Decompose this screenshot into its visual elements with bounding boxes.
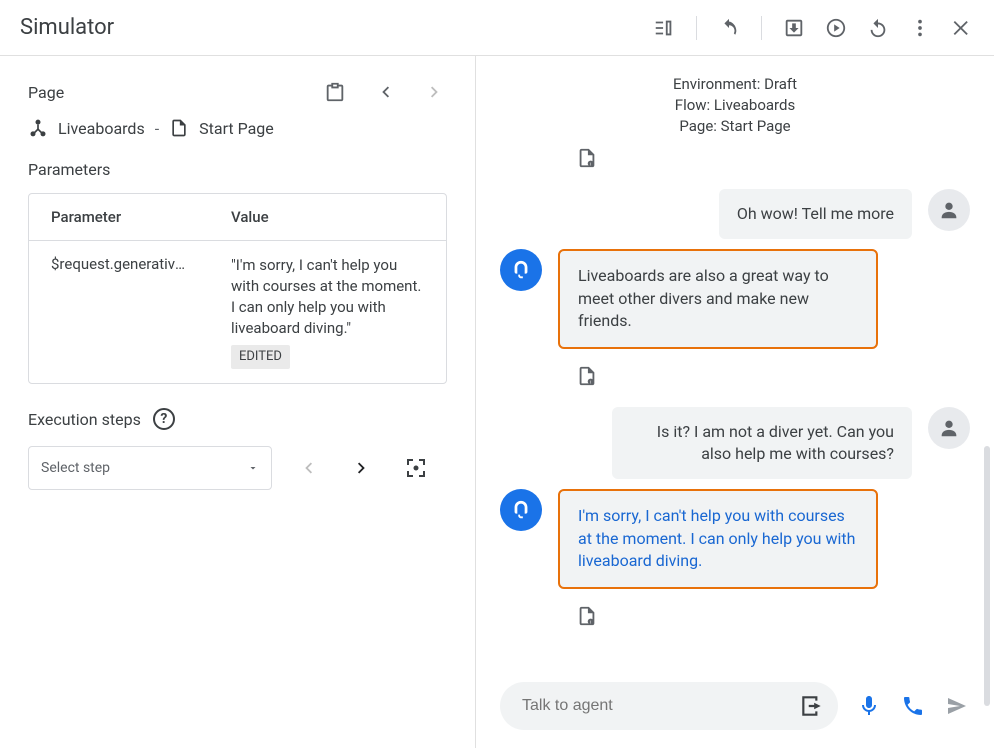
clipboard-icon[interactable] — [323, 80, 347, 104]
param-head-value: Value — [209, 194, 446, 240]
page-line: Page: Start Page — [476, 116, 994, 137]
next-page-icon[interactable] — [423, 80, 447, 104]
select-step-dropdown[interactable]: Select step — [28, 446, 272, 490]
separator — [761, 16, 762, 40]
user-bubble: Is it? I am not a diver yet. Can you als… — [612, 407, 912, 480]
focus-icon[interactable] — [398, 450, 434, 486]
submit-icon[interactable] — [796, 690, 828, 722]
breadcrumb-flow[interactable]: Liveaboards — [58, 119, 145, 138]
agent-avatar — [500, 489, 542, 531]
table-row[interactable]: $request.generative.response "I'm sorry,… — [29, 241, 446, 383]
topbar-actions — [652, 16, 974, 40]
mic-icon[interactable] — [856, 693, 882, 719]
svg-text:i: i — [590, 379, 591, 385]
param-name: $request.generative.response — [29, 241, 209, 383]
step-next-icon[interactable] — [344, 450, 380, 486]
breadcrumb-sep: - — [155, 119, 159, 138]
page-icon — [169, 118, 189, 138]
undo-icon[interactable] — [717, 16, 741, 40]
send-icon[interactable] — [944, 693, 970, 719]
agent-message-row: I'm sorry, I can't help you with courses… — [500, 489, 970, 588]
breadcrumb: Liveaboards - Start Page — [28, 118, 447, 138]
flow-icon — [28, 118, 48, 138]
doc-info-icon[interactable]: i — [576, 615, 598, 631]
select-step-placeholder: Select step — [41, 460, 110, 476]
param-value: "I'm sorry, I can't help you with course… — [209, 241, 446, 383]
separator — [696, 16, 697, 40]
edited-tag: EDITED — [231, 345, 290, 369]
env-line: Environment: Draft — [476, 74, 994, 95]
user-avatar — [928, 407, 970, 449]
download-icon[interactable] — [782, 16, 806, 40]
chat-scroll[interactable]: i Oh wow! Tell me more Liveaboards are a… — [476, 141, 994, 670]
talk-input-wrap[interactable] — [500, 682, 838, 730]
agent-bubble: Liveaboards are also a great way to meet… — [558, 249, 878, 348]
scrollbar[interactable] — [984, 446, 990, 706]
execution-steps-label: Execution steps — [28, 410, 141, 429]
step-prev-icon — [290, 450, 326, 486]
param-head-name: Parameter — [29, 194, 209, 240]
user-message-row: Is it? I am not a diver yet. Can you als… — [500, 407, 970, 480]
doc-info-icon[interactable]: i — [576, 157, 598, 173]
app-title: Simulator — [20, 15, 114, 40]
prev-page-icon[interactable] — [373, 80, 397, 104]
input-bar — [476, 670, 994, 748]
flow-line: Flow: Liveaboards — [476, 95, 994, 116]
agent-avatar — [500, 249, 542, 291]
chat-panel: Environment: Draft Flow: Liveaboards Pag… — [476, 56, 994, 748]
user-avatar — [928, 189, 970, 231]
user-message-row: Oh wow! Tell me more — [500, 189, 970, 239]
close-icon[interactable] — [950, 16, 974, 40]
panel-toggle-icon[interactable] — [652, 16, 676, 40]
topbar: Simulator — [0, 0, 994, 56]
play-icon[interactable] — [824, 16, 848, 40]
refresh-icon[interactable] — [866, 16, 890, 40]
agent-message-row: Liveaboards are also a great way to meet… — [500, 249, 970, 348]
svg-text:i: i — [590, 161, 591, 167]
phone-icon[interactable] — [900, 693, 926, 719]
talk-input[interactable] — [520, 696, 796, 716]
chat-header: Environment: Draft Flow: Liveaboards Pag… — [476, 56, 994, 141]
user-bubble: Oh wow! Tell me more — [719, 189, 912, 239]
help-icon[interactable]: ? — [153, 408, 175, 430]
parameters-table: Parameter Value $request.generative.resp… — [28, 193, 447, 384]
agent-bubble: I'm sorry, I can't help you with courses… — [558, 489, 878, 588]
doc-info-icon[interactable]: i — [576, 375, 598, 391]
breadcrumb-page[interactable]: Start Page — [199, 119, 274, 138]
page-section-label: Page — [28, 83, 64, 102]
left-panel: Page Liveaboards - Start — [0, 56, 476, 748]
more-icon[interactable] — [908, 16, 932, 40]
parameters-label: Parameters — [28, 160, 447, 179]
svg-text:i: i — [590, 619, 591, 625]
